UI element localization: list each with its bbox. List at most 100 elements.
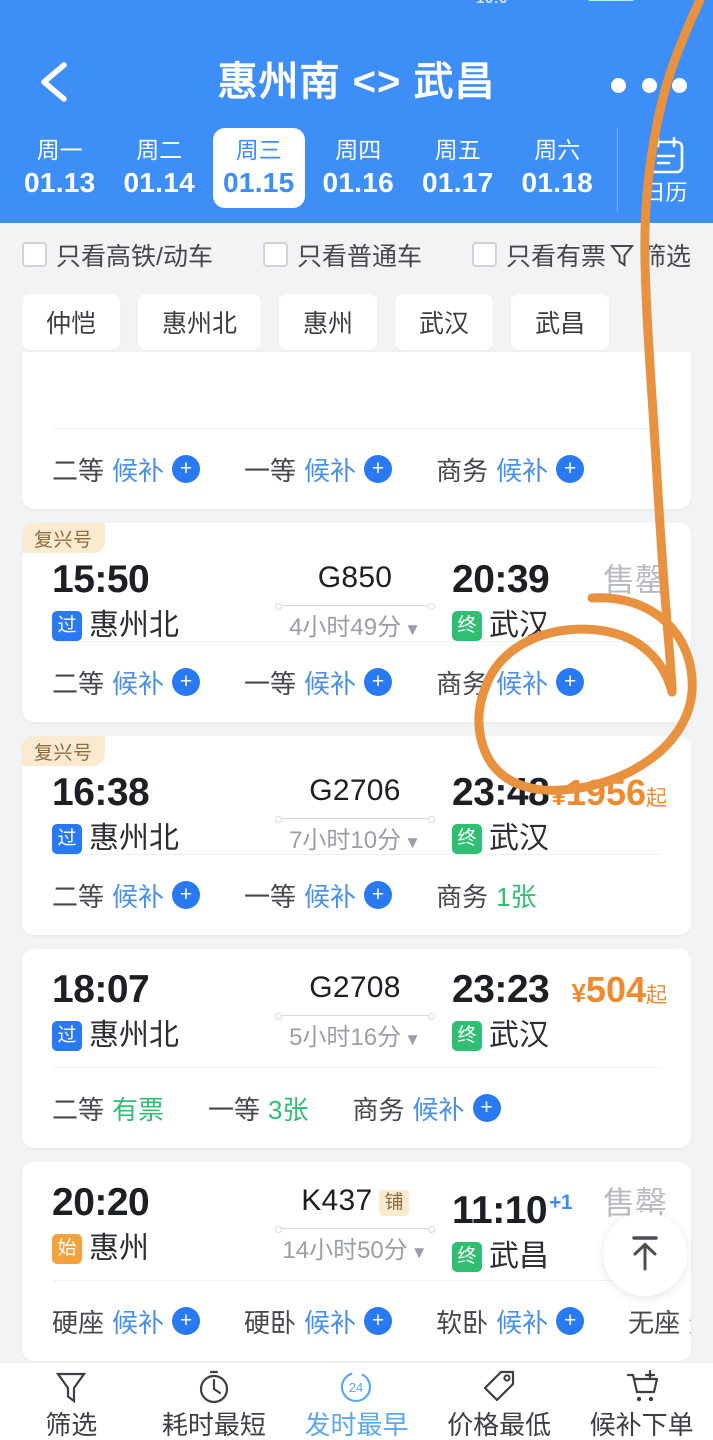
- bottom-nav-item-0[interactable]: 筛选: [0, 1363, 143, 1440]
- arrival-station-name: 武汉: [489, 1019, 549, 1052]
- route-line: [275, 816, 435, 823]
- waitlist-add-icon[interactable]: +: [364, 668, 393, 696]
- waitlist-add-icon[interactable]: +: [172, 455, 201, 483]
- seat-class-item[interactable]: 商务 候补 +: [436, 451, 585, 488]
- waitlist-add-icon[interactable]: +: [172, 881, 201, 909]
- checkbox-box: [22, 242, 47, 267]
- duration-row[interactable]: 7小时10分 ▼: [260, 826, 450, 858]
- seat-class-item[interactable]: 二等 候补 +: [52, 451, 201, 488]
- seat-class-item[interactable]: 二等 候补 +: [52, 664, 201, 701]
- date-number: 01.16: [322, 167, 395, 198]
- train-number-info: K437 铺 14小时50分 ▼: [260, 1180, 450, 1268]
- more-options-button[interactable]: [611, 74, 687, 96]
- bottom-nav-item-3[interactable]: 价格最低: [428, 1363, 571, 1440]
- waitlist-add-icon[interactable]: +: [172, 1307, 201, 1335]
- departure-info: 18:07 过惠州北: [52, 967, 252, 1053]
- station-chip-0[interactable]: 仲恺: [22, 294, 121, 350]
- train-summary: 20:20 始惠州 K437 铺 14小时50分 ▼ 11:10+1 终武昌 售罄: [22, 1162, 691, 1280]
- checkbox-normal-train-only[interactable]: 只看普通车: [262, 237, 422, 273]
- waitlist-add-icon[interactable]: +: [556, 668, 585, 696]
- seat-class-name: 硬卧: [244, 1307, 297, 1338]
- checkbox-high-speed-only[interactable]: 只看高铁/动车: [22, 237, 213, 273]
- train-list: 复兴号终二等候补+一等候补+商务候补+复兴号15:50过惠州北G8504小时49…: [0, 352, 713, 1362]
- train-search-results-screen: 10:0 惠州南 <> 武昌 周一 01.13 周二 01.14 周三 01.15 周四 01…: [0, 0, 713, 1440]
- seat-class-item[interactable]: 二等 候补 +: [52, 877, 201, 914]
- departure-station-row: 过惠州北: [52, 609, 252, 643]
- arrival-station-row: 终武汉: [452, 822, 642, 856]
- waitlist-add-icon[interactable]: +: [364, 881, 393, 909]
- seat-class-name: 二等: [52, 1094, 105, 1125]
- departure-station-name: 惠州: [89, 1232, 149, 1265]
- arrival-station-row: 终武汉: [452, 1019, 642, 1053]
- station-chip-3[interactable]: 武汉: [395, 294, 494, 350]
- seat-class-item[interactable]: 一等 候补 +: [244, 664, 393, 701]
- departure-info: 16:38 过惠州北: [52, 770, 252, 856]
- sleeper-badge: 铺: [379, 1190, 409, 1216]
- bottom-nav-item-4[interactable]: 候补下单: [570, 1363, 713, 1440]
- bottom-nav-item-2[interactable]: 24 发时最早: [285, 1363, 428, 1440]
- seat-class-row: 二等 候补 + 一等 候补 + 商务 候补 +: [22, 642, 691, 722]
- seat-class-item[interactable]: 无座无: [628, 1303, 691, 1340]
- duration-row[interactable]: 14小时50分 ▼: [260, 1236, 450, 1268]
- seat-class-item[interactable]: 商务 候补 +: [436, 664, 585, 701]
- waitlist-add-icon[interactable]: +: [472, 1094, 501, 1122]
- bottom-nav-item-1[interactable]: 耗时最短: [143, 1363, 286, 1440]
- scroll-to-top-button[interactable]: [603, 1212, 687, 1296]
- duration-text: 5小时16分: [289, 1024, 402, 1051]
- train-card[interactable]: 20:20 始惠州 K437 铺 14小时50分 ▼ 11:10+1 终武昌 售罄 硬座 候补 + 硬卧…: [22, 1162, 691, 1361]
- departure-station-row: 过惠州北: [52, 822, 252, 856]
- seat-class-item[interactable]: 一等 3张: [208, 1090, 308, 1127]
- date-weekday: 周六: [534, 137, 581, 163]
- train-card[interactable]: 复兴号终二等候补+一等候补+商务候补+: [22, 352, 691, 509]
- train-number: K437 铺: [260, 1180, 450, 1222]
- date-weekday: 周四: [335, 137, 382, 163]
- price-label: ¥1956起: [551, 772, 667, 820]
- seat-class-item[interactable]: 一等 候补 +: [244, 877, 393, 914]
- bottom-nav-label: 耗时最短: [161, 1410, 266, 1440]
- seat-availability: 1张: [496, 881, 537, 912]
- seat-class-item[interactable]: 商务 1张: [436, 877, 536, 914]
- arrival-station-tag: 终: [452, 824, 482, 854]
- seat-class-item[interactable]: 硬座 候补 +: [52, 1303, 201, 1340]
- train-card[interactable]: 18:07 过惠州北 G2708 5小时16分 ▼ 23:23 终武汉 ¥504起 二等 有票 一等…: [22, 949, 691, 1148]
- station-chip-1[interactable]: 惠州北: [138, 294, 262, 350]
- waitlist-add-icon[interactable]: +: [172, 668, 201, 696]
- date-cell-01.16[interactable]: 周四 01.16: [312, 128, 404, 208]
- date-cell-01.17[interactable]: 周五 01.17: [412, 128, 504, 208]
- calendar-button[interactable]: 日历: [617, 128, 713, 212]
- currency-symbol: ¥: [571, 978, 586, 1008]
- seat-class-item[interactable]: 商务 候补 +: [353, 1090, 501, 1127]
- duration-row[interactable]: 4小时49分 ▼: [260, 613, 450, 645]
- train-number-text: K437: [301, 1184, 373, 1217]
- train-summary: 16:38 过惠州北 G2706 7小时10分 ▼ 23:48 终武汉 ¥1956起: [22, 736, 691, 856]
- seat-class-item[interactable]: 一等 候补 +: [244, 451, 393, 488]
- seat-class-item[interactable]: 二等 有票: [52, 1090, 164, 1127]
- seat-class-item[interactable]: 硬卧 候补 +: [244, 1303, 393, 1340]
- waitlist-add-icon[interactable]: +: [556, 1307, 585, 1335]
- train-card[interactable]: 复兴号 15:50 过惠州北 G850 4小时49分 ▼ 20:39 终武汉 售罄 二等 候补 + 一等…: [22, 523, 691, 722]
- seat-class-name: 商务: [436, 881, 489, 912]
- date-cell-01.13[interactable]: 周一 01.13: [14, 128, 106, 208]
- waitlist-add-icon[interactable]: +: [364, 455, 393, 483]
- departure-station-row: 过惠州北: [52, 1019, 252, 1053]
- seat-class-item[interactable]: 软卧 候补 +: [436, 1303, 585, 1340]
- checkbox-available-only[interactable]: 只看有票: [471, 237, 606, 273]
- seat-availability: 候补: [112, 1307, 165, 1338]
- train-card[interactable]: 复兴号 16:38 过惠州北 G2706 7小时10分 ▼ 23:48 终武汉 ¥1956起 二等…: [22, 736, 691, 935]
- station-chip-2[interactable]: 惠州: [279, 294, 378, 350]
- seat-availability: 有票: [112, 1094, 165, 1125]
- filter-button[interactable]: 筛选: [609, 237, 691, 273]
- seat-availability: 候补: [112, 881, 165, 912]
- train-summary: 18:07 过惠州北 G2708 5小时16分 ▼ 23:23 终武汉 ¥504起: [22, 949, 691, 1067]
- departure-station-name: 惠州北: [89, 822, 179, 855]
- duration-row[interactable]: 5小时16分 ▼: [260, 1023, 450, 1055]
- station-chip-4[interactable]: 武昌: [511, 294, 610, 350]
- date-cell-01.18[interactable]: 周六 01.18: [511, 128, 603, 208]
- date-cell-01.14[interactable]: 周二 01.14: [113, 128, 205, 208]
- arrival-station-name: 武汉: [489, 609, 549, 642]
- waitlist-add-icon[interactable]: +: [364, 1307, 393, 1335]
- waitlist-add-icon[interactable]: +: [556, 455, 585, 483]
- calendar-icon: [648, 136, 683, 173]
- date-cell-01.15[interactable]: 周三 01.15: [212, 128, 305, 208]
- date-number: 01.14: [123, 167, 196, 198]
